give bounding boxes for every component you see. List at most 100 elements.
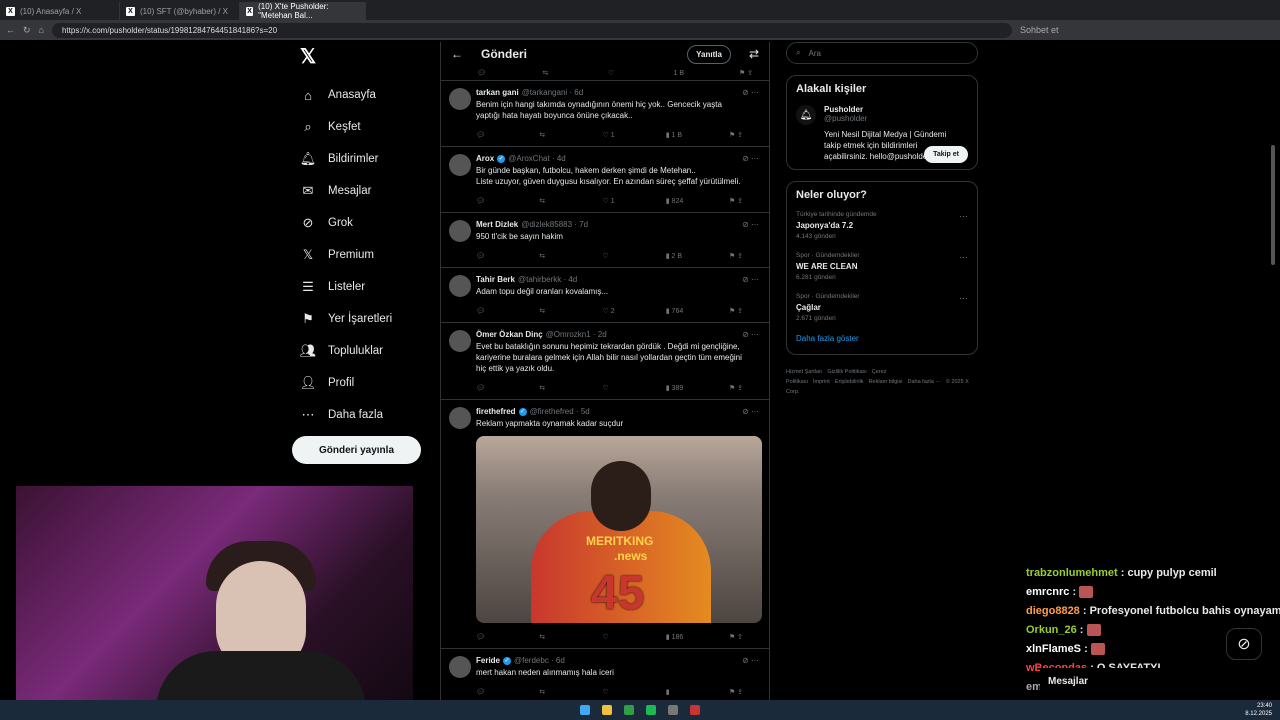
nav-item-grok[interactable]: ⊘ Grok: [292, 207, 432, 239]
nav-item-bookmarks[interactable]: ⚑ Yer İşaretleri: [292, 303, 432, 335]
tweet-author[interactable]: tarkan gani: [476, 88, 519, 97]
views-count[interactable]: 1 B: [674, 70, 694, 77]
footer-link[interactable]: Daha fazla ···: [908, 379, 941, 385]
like-count[interactable]: ♡ 1: [603, 131, 623, 139]
nav-item-more[interactable]: ⋯ Daha fazla: [292, 399, 432, 431]
nav-item-notifications[interactable]: 🔔︎ Bildirimler: [292, 143, 432, 175]
views-count[interactable]: ▮ 764: [666, 307, 686, 315]
settings-icon[interactable]: [668, 705, 678, 715]
bookmark-icon[interactable]: ⚑ ⇪: [729, 131, 749, 139]
tweet[interactable]: Tahir Berk @tahirberkk · 4d ⊘ ⋯ Adam top…: [441, 267, 769, 322]
tweet[interactable]: Ömer Özkan Dinç @Omrozkn1 · 2d ⊘ ⋯ Evet …: [441, 322, 769, 399]
bookmark-icon[interactable]: ⚑ ⇪: [739, 69, 759, 77]
trend-item[interactable]: Türkiye tarihinde gündemde Japonya'da 7.…: [796, 211, 968, 240]
person-card[interactable]: 🔔︎ Pusholder @pusholder: [796, 105, 968, 125]
grok-icon[interactable]: ⊘: [1226, 628, 1262, 660]
bookmark-icon[interactable]: ⚑ ⇪: [729, 384, 749, 392]
avatar[interactable]: [449, 275, 471, 297]
tweet-image[interactable]: MERITKING .news 45: [476, 436, 762, 623]
back-arrow-icon[interactable]: ←: [451, 47, 463, 61]
more-icon[interactable]: ⋯: [959, 252, 968, 263]
search-bar[interactable]: ⌕ Ara: [786, 42, 978, 64]
tweet-author[interactable]: Feride: [476, 656, 500, 665]
more-icon[interactable]: ⊘ ⋯: [742, 656, 759, 665]
reply-icon[interactable]: 💬︎: [476, 307, 496, 315]
retweet-icon[interactable]: ⇆: [539, 252, 559, 260]
like-count[interactable]: ♡: [603, 633, 623, 641]
avatar[interactable]: [449, 220, 471, 242]
like-count[interactable]: ♡: [603, 252, 623, 260]
windows-start-icon[interactable]: [580, 705, 590, 715]
reply-icon[interactable]: 💬︎: [476, 131, 496, 139]
app-icon[interactable]: [690, 705, 700, 715]
retweet-icon[interactable]: ⇆: [539, 384, 559, 392]
bookmark-icon[interactable]: ⚑ ⇪: [729, 307, 749, 315]
more-icon[interactable]: ⊘ ⋯: [742, 330, 759, 339]
avatar[interactable]: [449, 330, 471, 352]
more-icon[interactable]: ⋯: [959, 293, 968, 304]
nav-item-home[interactable]: ⌂ Anasayfa: [292, 79, 432, 111]
retweet-icon[interactable]: ⇆: [539, 307, 559, 315]
back-icon[interactable]: ←: [6, 25, 15, 35]
show-more-link[interactable]: Daha fazla göster: [796, 334, 968, 343]
views-count[interactable]: ▮: [666, 688, 686, 696]
reply-icon[interactable]: 💬︎: [476, 688, 496, 696]
messages-drawer[interactable]: Mesajlar: [1040, 668, 1260, 694]
footer-link[interactable]: Gizlilik Politikası: [827, 369, 866, 375]
retweet-icon[interactable]: ⇆: [543, 69, 563, 77]
retweet-icon[interactable]: ⇆: [539, 197, 559, 205]
footer-link[interactable]: İmprint: [813, 379, 830, 385]
post-button[interactable]: Gönderi yayınla: [292, 436, 421, 464]
like-count[interactable]: ♡ 2: [603, 307, 623, 315]
nav-item-messages[interactable]: ✉ Mesajlar: [292, 175, 432, 207]
home-icon[interactable]: ⌂: [39, 25, 44, 35]
nav-item-premium[interactable]: 𝕏 Premium: [292, 239, 432, 271]
more-icon[interactable]: ⊘ ⋯: [742, 88, 759, 97]
filter-icon[interactable]: ⇄: [749, 47, 759, 61]
nav-item-explore[interactable]: ⌕ Keşfet: [292, 111, 432, 143]
browser-tab[interactable]: X (10) SFT (@byhaber) / X: [120, 2, 240, 20]
tweet-author[interactable]: Mert Dizlek: [476, 220, 518, 229]
folder-icon[interactable]: [602, 705, 612, 715]
profile-label[interactable]: Sohbet et: [1020, 25, 1059, 35]
footer-link[interactable]: Reklam bilgisi: [869, 379, 903, 385]
bookmark-icon[interactable]: ⚑ ⇪: [729, 252, 749, 260]
nav-item-communities[interactable]: 👥︎ Topluluklar: [292, 335, 432, 367]
reply-icon[interactable]: 💬︎: [476, 197, 496, 205]
tweet-author[interactable]: Tahir Berk: [476, 275, 515, 284]
views-count[interactable]: ▮ 389: [666, 384, 686, 392]
url-field[interactable]: https://x.com/pusholder/status/199812847…: [51, 22, 1012, 38]
tweet[interactable]: Mert Dizlek @dizlek85883 · 7d ⊘ ⋯ 950 tl…: [441, 212, 769, 267]
avatar[interactable]: [449, 656, 471, 678]
more-icon[interactable]: ⋯: [959, 211, 968, 222]
follow-button[interactable]: Takip et: [924, 146, 968, 163]
bookmark-icon[interactable]: ⚑ ⇪: [729, 197, 749, 205]
bookmark-icon[interactable]: ⚑ ⇪: [729, 688, 749, 696]
retweet-icon[interactable]: ⇆: [539, 131, 559, 139]
reply-icon[interactable]: 💬︎: [476, 384, 496, 392]
spotify-icon[interactable]: [646, 705, 656, 715]
more-icon[interactable]: ⊘ ⋯: [742, 154, 759, 163]
reply-icon[interactable]: 💬︎: [477, 69, 497, 77]
x-logo-icon[interactable]: 𝕏: [300, 44, 432, 69]
avatar[interactable]: [449, 88, 471, 110]
like-count[interactable]: ♡: [603, 384, 623, 392]
trend-item[interactable]: Spor · Gündemdekiler Çağlar 2.671 gönder…: [796, 293, 968, 322]
like-icon[interactable]: ♡: [608, 69, 628, 77]
scrollbar[interactable]: [1271, 145, 1275, 265]
footer-link[interactable]: Hizmet Şartları: [786, 369, 822, 375]
reload-icon[interactable]: ↻: [23, 25, 31, 36]
avatar[interactable]: [449, 154, 471, 176]
like-count[interactable]: ♡: [603, 688, 623, 696]
avatar[interactable]: [449, 407, 471, 429]
tweet-author[interactable]: Arox: [476, 154, 494, 163]
browser-tab-active[interactable]: X (10) X'te Pusholder: "Metehan Bal...: [240, 2, 366, 20]
more-icon[interactable]: ⊘ ⋯: [742, 275, 759, 284]
views-count[interactable]: ▮ 824: [666, 197, 686, 205]
views-count[interactable]: ▮ 186: [666, 633, 686, 641]
retweet-icon[interactable]: ⇆: [539, 633, 559, 641]
tweet[interactable]: firethefred ✓ @firethefred · 5d ⊘ ⋯ Rekl…: [441, 399, 769, 648]
edge-icon[interactable]: [624, 705, 634, 715]
reply-icon[interactable]: 💬︎: [476, 252, 496, 260]
like-count[interactable]: ♡ 1: [603, 197, 623, 205]
